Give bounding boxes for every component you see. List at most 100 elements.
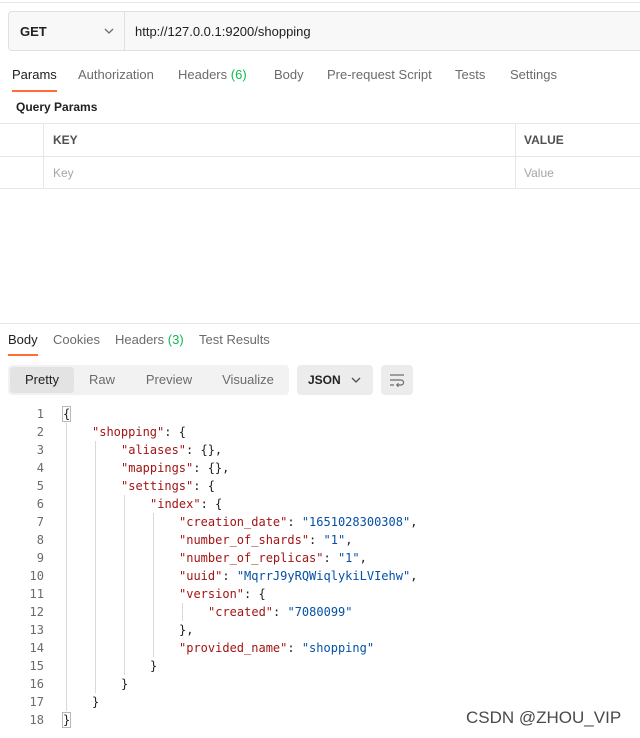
- tab-label: Pre-request Script: [327, 67, 432, 82]
- tab-settings[interactable]: Settings: [510, 60, 557, 92]
- tab-label: Tests: [455, 67, 486, 82]
- json-punctuation: : {},: [186, 443, 223, 457]
- view-preview-button[interactable]: Preview: [132, 367, 206, 393]
- url-input[interactable]: http://127.0.0.1:9200/shopping: [125, 12, 640, 50]
- tab-label: Params: [12, 67, 57, 82]
- json-punctuation: }: [92, 695, 100, 709]
- json-punctuation: },: [179, 623, 194, 637]
- code-line-text: },: [179, 621, 193, 639]
- line-number: 11: [29, 587, 44, 601]
- code-line-text: }: [121, 675, 128, 693]
- code-line: 3 "aliases": {},: [0, 441, 640, 459]
- json-punctuation: : {: [193, 479, 215, 493]
- tab-pre-request-script[interactable]: Pre-request Script: [327, 60, 432, 92]
- json-punctuation: }: [150, 659, 158, 673]
- query-params-title: Query Params: [16, 100, 98, 114]
- code-line-text: "version": {: [179, 585, 266, 603]
- line-number: 14: [29, 641, 44, 655]
- json-punctuation: ,: [345, 533, 353, 547]
- line-number: 3: [36, 443, 44, 457]
- request-bar: GET http://127.0.0.1:9200/shopping: [8, 11, 640, 51]
- code-line-text: "number_of_replicas": "1",: [179, 549, 367, 567]
- view-visualize-button[interactable]: Visualize: [210, 367, 286, 393]
- line-number: 16: [29, 677, 44, 691]
- code-line: 15}: [0, 657, 640, 675]
- response-tabs: Body Cookies Headers (3) Test Results: [0, 326, 640, 356]
- tab-label: Cookies: [53, 332, 100, 347]
- code-line-text: "uuid": "MqrrJ9yRQWiqlykiLVIehw",: [179, 567, 417, 585]
- tab-label: Headers: [115, 332, 165, 347]
- params-checkbox-column: [0, 124, 44, 156]
- line-number: 4: [36, 461, 44, 475]
- code-line: 1{: [0, 405, 640, 423]
- json-punctuation: :: [309, 533, 324, 547]
- tab-response-headers[interactable]: Headers (3): [115, 326, 184, 356]
- code-line-text: "shopping": {: [92, 423, 186, 441]
- view-pretty-button[interactable]: Pretty: [10, 367, 74, 393]
- tab-response-body[interactable]: Body: [8, 326, 38, 356]
- json-punctuation: ,: [410, 569, 418, 583]
- tab-tests[interactable]: Tests: [455, 60, 485, 92]
- code-line: 5 "settings": {: [0, 477, 640, 495]
- line-number: 9: [36, 551, 44, 565]
- line-number: 10: [29, 569, 44, 583]
- json-string: "1651028300308": [301, 515, 411, 529]
- code-line-text: "provided_name": "shopping": [179, 639, 374, 657]
- json-key: "created": [208, 605, 274, 619]
- json-punctuation: ,: [359, 551, 367, 565]
- format-select[interactable]: JSON: [297, 365, 373, 395]
- tab-label: Body: [274, 67, 304, 82]
- code-line: 13},: [0, 621, 640, 639]
- tab-params[interactable]: Params: [12, 60, 57, 92]
- chevron-down-icon: [104, 28, 114, 34]
- value-header-label: VALUE: [524, 133, 564, 147]
- top-border: [0, 0, 640, 3]
- line-number: 6: [36, 497, 44, 511]
- code-line-text: "creation_date": "1651028300308",: [179, 513, 417, 531]
- tab-headers[interactable]: Headers (6): [178, 60, 247, 92]
- json-string: "1": [337, 551, 360, 565]
- row-checkbox[interactable]: [0, 157, 44, 188]
- line-number: 8: [36, 533, 44, 547]
- params-table: KEY VALUE Key Value: [0, 123, 640, 189]
- line-number: 18: [29, 713, 44, 727]
- tab-authorization[interactable]: Authorization: [78, 60, 154, 92]
- json-punctuation: {: [61, 406, 72, 422]
- request-tabs: Params Authorization Headers (6) Body Pr…: [0, 60, 640, 92]
- wrap-lines-icon: [390, 374, 405, 387]
- code-line: 12 "created": "7080099": [0, 603, 640, 621]
- json-key: "mappings": [121, 461, 194, 475]
- view-mode-switcher: Pretty Raw Preview Visualize: [8, 365, 289, 395]
- key-placeholder: Key: [53, 166, 74, 180]
- tab-body[interactable]: Body: [274, 60, 304, 92]
- code-line: 9 "number_of_replicas": "1",: [0, 549, 640, 567]
- code-line: 6 "index": {: [0, 495, 640, 513]
- json-key: "number_of_replicas": [179, 551, 324, 565]
- code-line-text: "created": "7080099": [208, 603, 353, 621]
- code-line-text: "index": {: [150, 495, 222, 513]
- json-punctuation: :: [287, 515, 302, 529]
- json-key: "settings": [121, 479, 194, 493]
- json-key: "provided_name": [179, 641, 288, 655]
- value-input[interactable]: Value: [516, 157, 640, 188]
- view-raw-button[interactable]: Raw: [78, 367, 126, 393]
- code-line: 10 "uuid": "MqrrJ9yRQWiqlykiLVIehw",: [0, 567, 640, 585]
- wrap-lines-button[interactable]: [381, 365, 413, 395]
- tab-count: (6): [230, 67, 247, 82]
- code-line-text: "aliases": {},: [121, 441, 222, 459]
- chevron-down-icon: [351, 377, 361, 383]
- line-number: 2: [36, 425, 44, 439]
- params-empty-row: Key Value: [0, 156, 640, 189]
- code-line-text: "mappings": {},: [121, 459, 229, 477]
- tab-cookies[interactable]: Cookies: [53, 326, 100, 356]
- tab-label: Authorization: [78, 67, 154, 82]
- key-input[interactable]: Key: [44, 157, 516, 188]
- json-punctuation: }: [61, 712, 72, 728]
- json-string: "MqrrJ9yRQWiqlykiLVIehw": [236, 569, 411, 583]
- tab-count: (3): [167, 332, 184, 347]
- pane-divider[interactable]: [0, 323, 640, 324]
- response-body-viewer[interactable]: 1{ 2 "shopping": { 3 "aliases": {}, 4 "mapping…: [0, 405, 640, 729]
- tab-test-results[interactable]: Test Results: [199, 326, 270, 356]
- method-select[interactable]: GET: [9, 12, 125, 50]
- json-key: "uuid": [179, 569, 223, 583]
